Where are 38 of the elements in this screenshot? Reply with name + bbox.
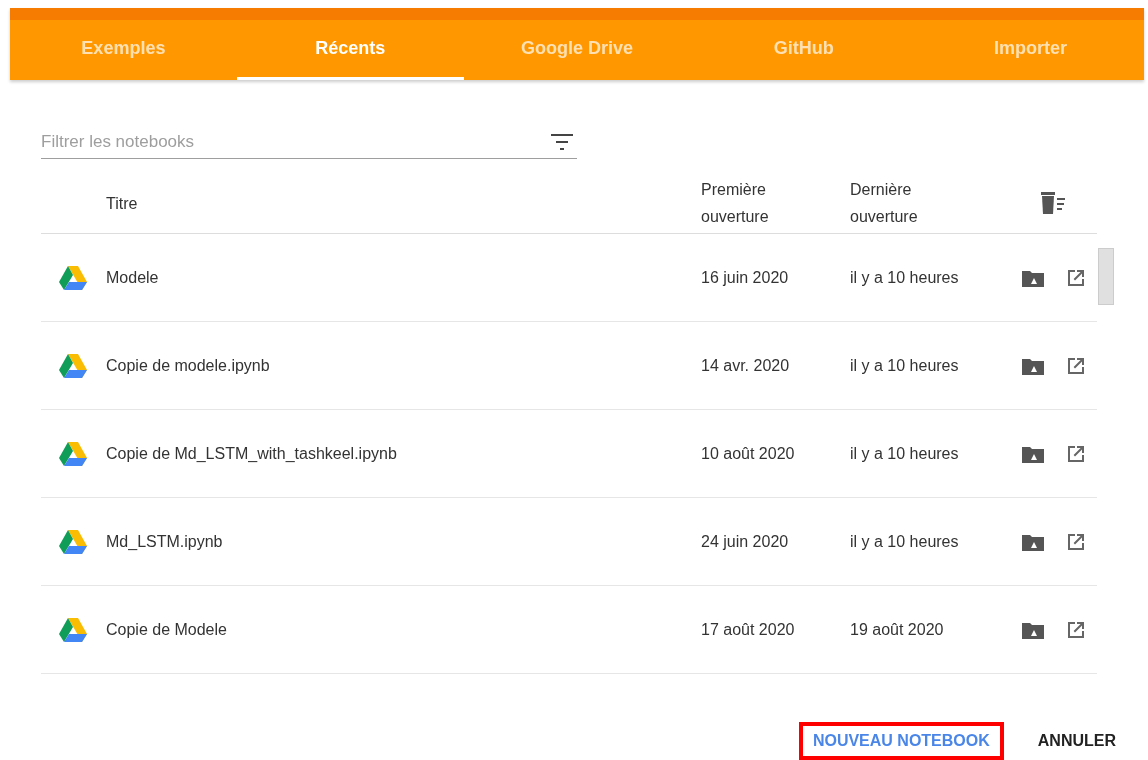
table-cell: 24 juin 2020 — [701, 532, 789, 550]
drive-folder-icon[interactable] — [1022, 356, 1044, 375]
drive-icon — [59, 529, 87, 554]
open-in-new-icon[interactable] — [1066, 443, 1086, 464]
notebook-title[interactable]: Modele — [106, 268, 159, 286]
drive-icon — [59, 265, 87, 290]
drive-icon — [59, 441, 87, 466]
notebook-title[interactable]: Copie de Md_LSTM_with_tashkeel.ipynb — [106, 444, 397, 462]
table-cell: 17 août 2020 — [701, 620, 795, 638]
table-cell: il y a 10 heures — [850, 356, 959, 374]
drive-folder-icon[interactable] — [1022, 620, 1044, 639]
table-cell: il y a 10 heures — [850, 268, 959, 286]
new-notebook-button[interactable]: NOUVEAU NOTEBOOK — [798, 722, 1004, 760]
open-in-new-icon[interactable] — [1066, 355, 1086, 376]
notebook-title[interactable]: Copie de Modele — [106, 620, 227, 638]
notebook-title[interactable]: Copie de modele.ipynb — [106, 356, 270, 374]
drive-folder-icon[interactable] — [1022, 532, 1044, 551]
table-cell: 16 juin 2020 — [701, 268, 789, 286]
column-header: Dernière ouverture — [850, 180, 919, 227]
open-in-new-icon[interactable] — [1066, 531, 1086, 552]
drive-icon — [59, 617, 87, 642]
notebook-title[interactable]: Md_LSTM.ipynb — [106, 532, 223, 550]
column-header: Titre — [106, 194, 138, 212]
table-cell: 10 août 2020 — [701, 444, 795, 462]
table-cell: il y a 10 heures — [850, 532, 959, 550]
table-cell: 14 avr. 2020 — [701, 356, 790, 374]
column-header: Première ouverture — [701, 180, 770, 227]
table-cell: il y a 10 heures — [850, 444, 959, 462]
drive-folder-icon[interactable] — [1022, 444, 1044, 463]
drive-icon — [59, 353, 87, 378]
filter-field[interactable]: Filtrer les notebooks — [41, 127, 551, 157]
table-cell: 19 août 2020 — [850, 620, 944, 638]
delete-sort-icon[interactable] — [1040, 192, 1066, 214]
filter-icon[interactable] — [551, 134, 573, 150]
drive-folder-icon[interactable] — [1022, 268, 1044, 287]
open-in-new-icon[interactable] — [1066, 267, 1086, 288]
open-in-new-icon[interactable] — [1066, 619, 1086, 640]
scrollbar[interactable] — [1098, 248, 1114, 305]
